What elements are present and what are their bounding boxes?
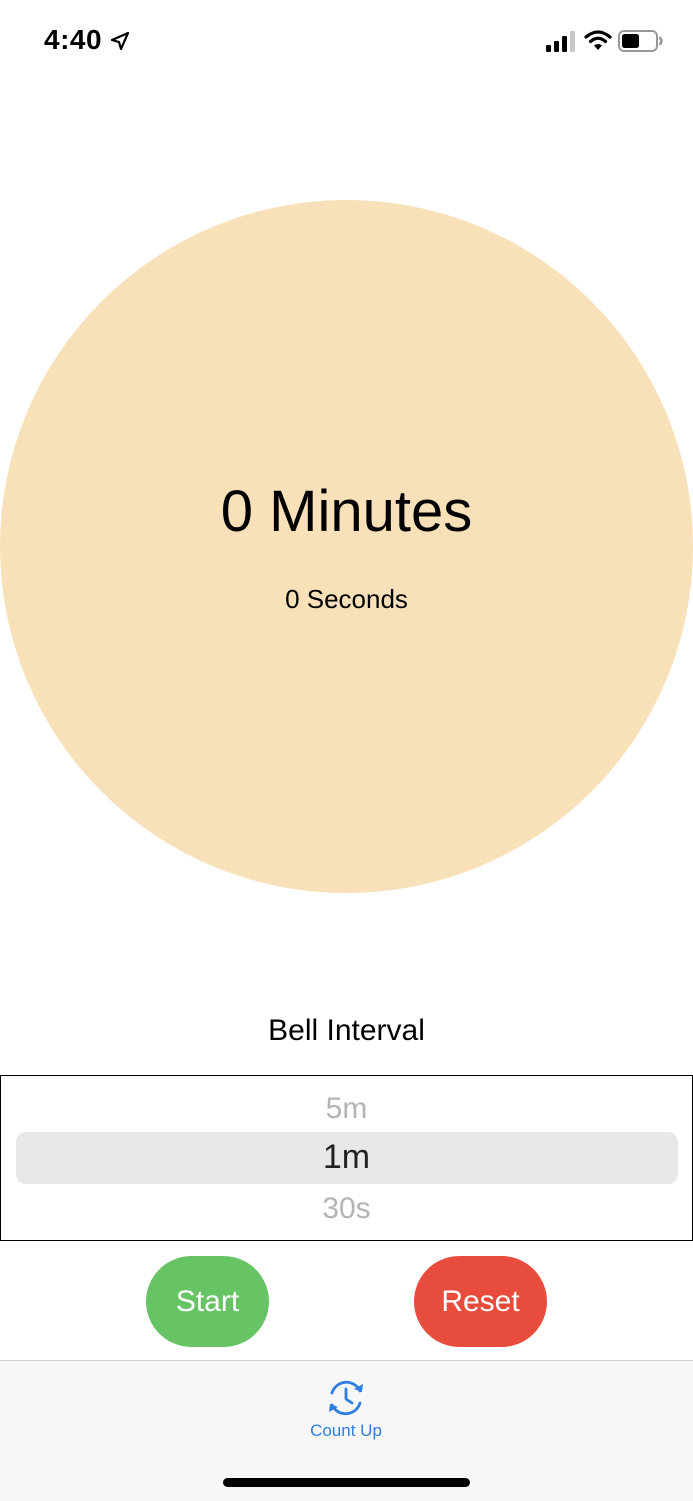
reset-button[interactable]: Reset <box>414 1256 547 1347</box>
battery-icon <box>618 30 663 52</box>
start-button[interactable]: Start <box>146 1256 269 1347</box>
clock-refresh-icon <box>329 1380 363 1416</box>
timer-minutes: 0 Minutes <box>220 479 473 544</box>
status-time: 4:40 <box>44 24 103 55</box>
status-bar: 4:40 <box>0 0 693 84</box>
home-indicator <box>223 1478 470 1487</box>
timer-seconds: 0 Seconds <box>285 584 408 614</box>
tab-count-up[interactable]: Count Up <box>296 1375 396 1445</box>
cellular-signal-icon <box>546 31 575 52</box>
tab-label: Count Up <box>310 1421 382 1440</box>
bell-interval-label: Bell Interval <box>268 1014 425 1047</box>
picker-option[interactable]: 30s <box>1 1192 692 1226</box>
wifi-icon <box>584 30 612 50</box>
picker-option[interactable]: 5m <box>1 1092 692 1126</box>
bell-interval-picker[interactable]: 5m 1m 30s <box>0 1075 693 1241</box>
picker-option-selected[interactable]: 1m <box>1 1138 692 1177</box>
location-arrow-icon <box>110 31 130 51</box>
timer-circle <box>0 200 693 893</box>
